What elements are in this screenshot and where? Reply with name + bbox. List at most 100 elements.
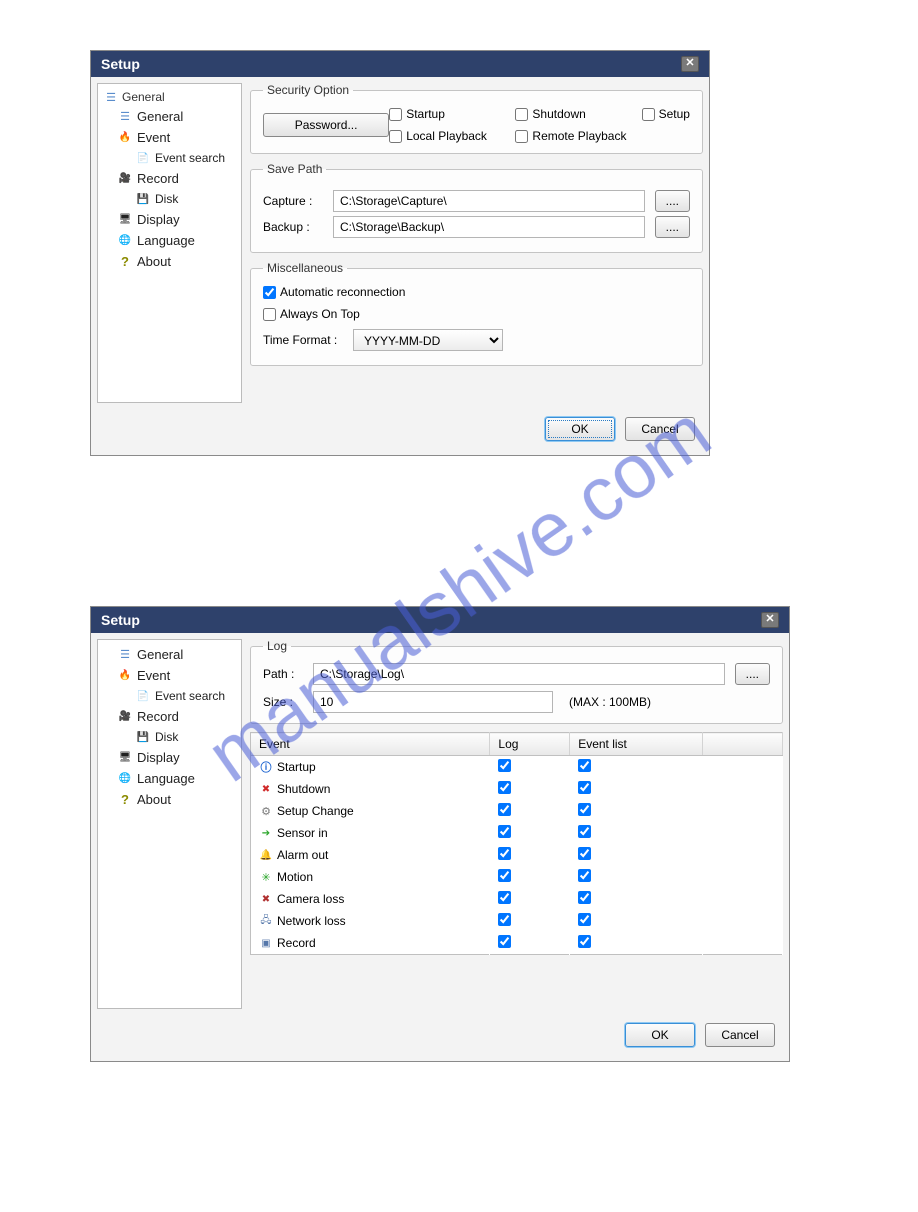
nav-general[interactable]: General: [100, 106, 239, 127]
log-checkbox[interactable]: [498, 803, 511, 816]
log-checkbox[interactable]: [498, 891, 511, 904]
shutdown-checkbox[interactable]: [515, 108, 528, 121]
eventlist-checkbox[interactable]: [578, 847, 591, 860]
record-icon: [118, 710, 132, 724]
table-row: Camera loss: [251, 888, 783, 910]
nav-disk[interactable]: Disk: [100, 727, 239, 747]
nav-tree: General Event Event search Record Disk D…: [97, 639, 242, 1009]
ok-button[interactable]: OK: [545, 417, 615, 441]
eventlist-checkbox[interactable]: [578, 913, 591, 926]
setup-dialog-event: Setup ✕ General Event Event search Recor…: [90, 606, 790, 1062]
eventlist-checkbox[interactable]: [578, 759, 591, 772]
security-setup[interactable]: Setup: [642, 107, 690, 121]
log-checkbox[interactable]: [498, 781, 511, 794]
row-name: Record: [277, 936, 316, 950]
log-path-input[interactable]: [313, 663, 725, 685]
backup-path-input[interactable]: [333, 216, 645, 238]
nav-about[interactable]: About: [100, 251, 239, 272]
eventlist-checkbox[interactable]: [578, 781, 591, 794]
local-playback-checkbox[interactable]: [389, 130, 402, 143]
browse-log-button[interactable]: ....: [735, 663, 770, 685]
disk-icon: [136, 192, 150, 206]
time-format-label: Time Format :: [263, 333, 343, 347]
row-icon: [259, 936, 273, 950]
log-checkbox[interactable]: [498, 825, 511, 838]
row-icon: [259, 826, 273, 840]
nav-event-search[interactable]: Event search: [100, 686, 239, 706]
about-icon: [118, 793, 132, 807]
setup-checkbox[interactable]: [642, 108, 655, 121]
col-eventlist: Event list: [570, 733, 703, 756]
eventlist-checkbox[interactable]: [578, 825, 591, 838]
startup-checkbox[interactable]: [389, 108, 402, 121]
general-icon: [118, 110, 132, 124]
nav-display[interactable]: Display: [100, 209, 239, 230]
nav-event[interactable]: Event: [100, 127, 239, 148]
eventlist-checkbox[interactable]: [578, 935, 591, 948]
always-on-top-checkbox[interactable]: [263, 308, 276, 321]
security-startup[interactable]: Startup: [389, 107, 515, 121]
security-local-playback[interactable]: Local Playback: [389, 129, 515, 143]
nav-tree: General General Event Event search Recor…: [97, 83, 242, 403]
nav-disk[interactable]: Disk: [100, 189, 239, 209]
language-icon: [118, 234, 132, 248]
close-button[interactable]: ✕: [761, 612, 779, 628]
event-table: Event Log Event list StartupShutdownSetu…: [250, 732, 783, 955]
browse-capture-button[interactable]: ....: [655, 190, 690, 212]
col-log: Log: [490, 733, 570, 756]
nav-language[interactable]: Language: [100, 230, 239, 251]
table-row: Startup: [251, 756, 783, 779]
nav-event-search[interactable]: Event search: [100, 148, 239, 168]
row-name: Shutdown: [277, 782, 330, 796]
record-icon: [118, 172, 132, 186]
time-format-select[interactable]: YYYY-MM-DD: [353, 329, 503, 351]
capture-label: Capture :: [263, 194, 323, 208]
savepath-legend: Save Path: [263, 162, 326, 176]
row-name: Startup: [277, 760, 316, 774]
capture-path-input[interactable]: [333, 190, 645, 212]
password-button[interactable]: Password...: [263, 113, 389, 137]
about-icon: [118, 255, 132, 269]
nav-display[interactable]: Display: [100, 747, 239, 768]
table-row: Shutdown: [251, 778, 783, 800]
nav-record[interactable]: Record: [100, 706, 239, 727]
nav-record[interactable]: Record: [100, 168, 239, 189]
eventlist-checkbox[interactable]: [578, 803, 591, 816]
log-checkbox[interactable]: [498, 847, 511, 860]
row-icon: [259, 804, 273, 818]
cancel-button[interactable]: Cancel: [705, 1023, 775, 1047]
row-name: Camera loss: [277, 892, 344, 906]
table-row: Alarm out: [251, 844, 783, 866]
log-checkbox[interactable]: [498, 869, 511, 882]
table-row: Network loss: [251, 910, 783, 932]
nav-language[interactable]: Language: [100, 768, 239, 789]
auto-reconn-checkbox[interactable]: [263, 286, 276, 299]
log-legend: Log: [263, 639, 291, 653]
nav-event[interactable]: Event: [100, 665, 239, 686]
always-on-top[interactable]: Always On Top: [263, 307, 690, 321]
log-path-label: Path :: [263, 667, 303, 681]
nav-general[interactable]: General: [100, 644, 239, 665]
log-checkbox[interactable]: [498, 913, 511, 926]
security-remote-playback[interactable]: Remote Playback: [515, 129, 641, 143]
row-icon: [259, 892, 273, 906]
eventlist-checkbox[interactable]: [578, 869, 591, 882]
security-shutdown[interactable]: Shutdown: [515, 107, 641, 121]
close-button[interactable]: ✕: [681, 56, 699, 72]
ok-button[interactable]: OK: [625, 1023, 695, 1047]
log-size-input[interactable]: [313, 691, 553, 713]
cancel-button[interactable]: Cancel: [625, 417, 695, 441]
remote-playback-checkbox[interactable]: [515, 130, 528, 143]
search-icon: [136, 151, 150, 165]
log-max-label: (MAX : 100MB): [563, 695, 651, 709]
log-checkbox[interactable]: [498, 759, 511, 772]
auto-reconn[interactable]: Automatic reconnection: [263, 285, 690, 299]
eventlist-checkbox[interactable]: [578, 891, 591, 904]
security-legend: Security Option: [263, 83, 353, 97]
browse-backup-button[interactable]: ....: [655, 216, 690, 238]
dialog-title: Setup: [101, 612, 140, 628]
log-checkbox[interactable]: [498, 935, 511, 948]
nav-about[interactable]: About: [100, 789, 239, 810]
general-icon: [118, 648, 132, 662]
display-icon: [118, 751, 132, 765]
